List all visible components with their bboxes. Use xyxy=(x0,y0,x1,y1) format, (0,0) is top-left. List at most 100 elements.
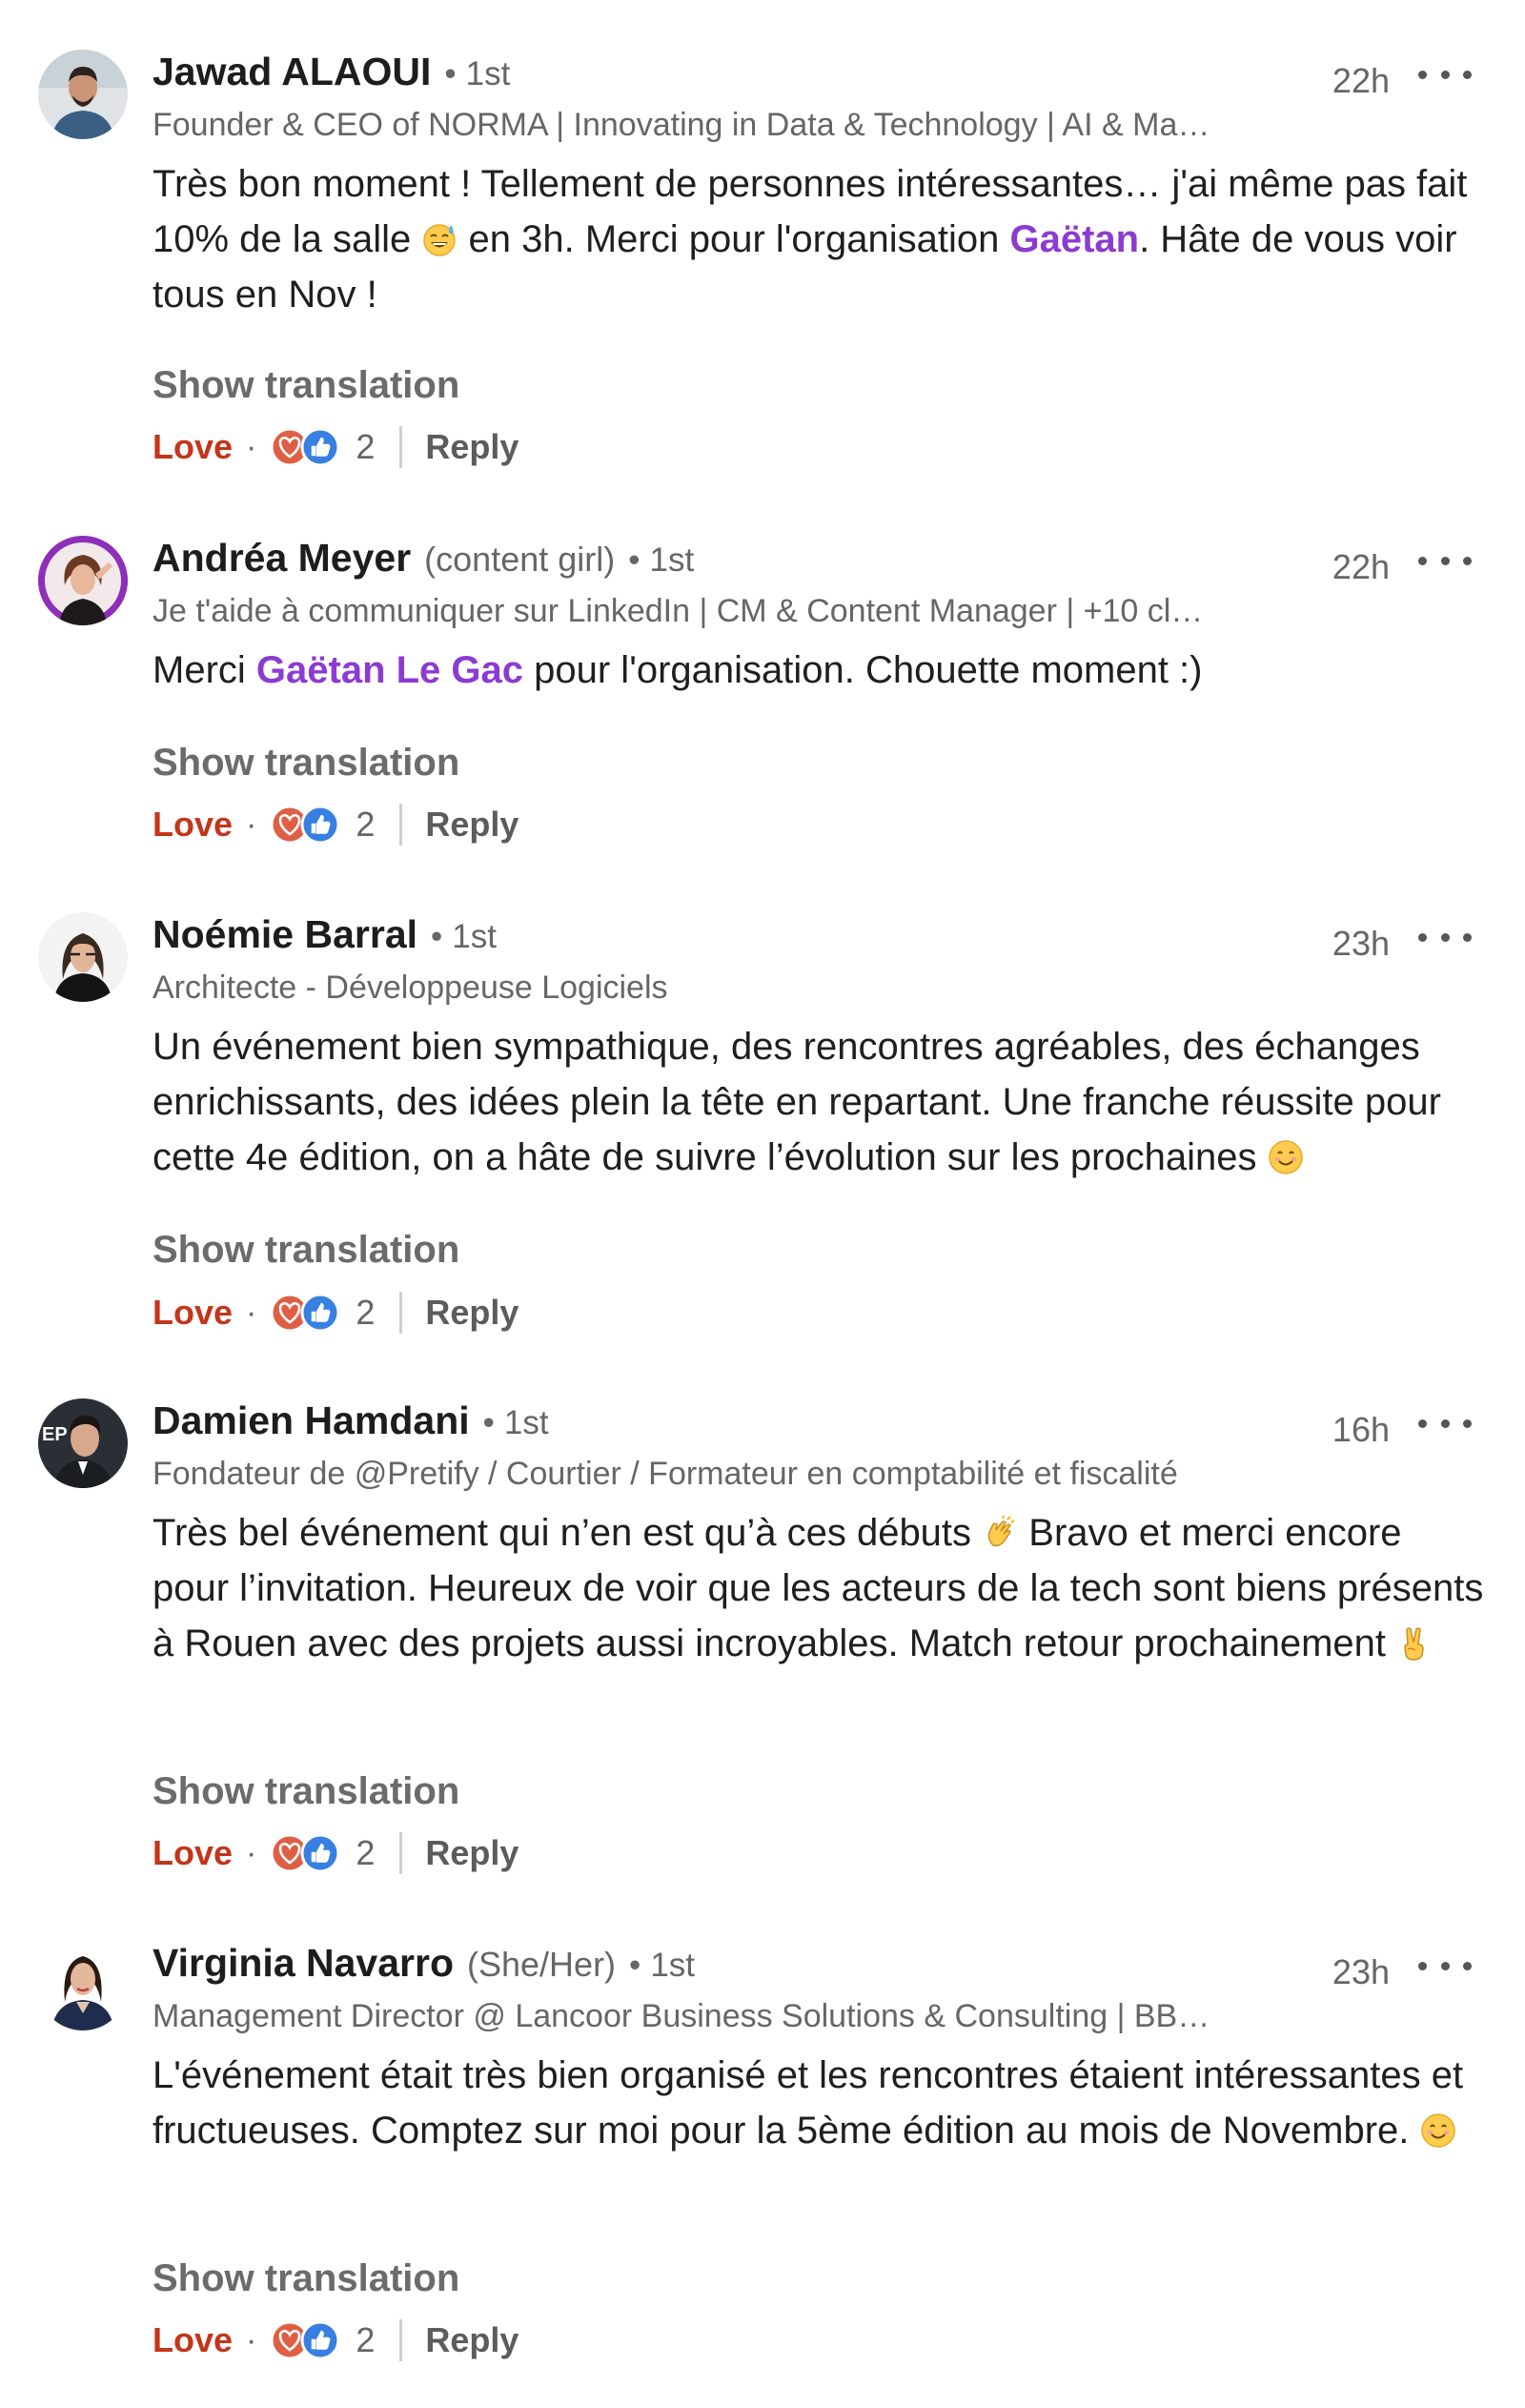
reply-button[interactable]: Reply xyxy=(425,427,518,467)
author-name[interactable]: Noémie Barral xyxy=(152,912,417,957)
show-translation-button[interactable]: Show translation xyxy=(152,364,459,407)
comment-time: 23h xyxy=(1332,924,1390,963)
like-reaction-icon xyxy=(300,427,340,467)
clapping-hands-emoji-icon xyxy=(982,1515,1018,1551)
victory-hand-emoji-icon xyxy=(1396,1625,1433,1662)
separator-dot: · xyxy=(246,1834,257,1871)
comment-time: 22h xyxy=(1332,547,1390,586)
comment-item: EP Damien Hamdani • 1st 16h Fondateur de … xyxy=(0,1398,1525,1894)
separator-dot: · xyxy=(246,1294,257,1331)
reaction-count[interactable]: 2 xyxy=(356,805,375,845)
connection-degree: • 1st xyxy=(431,918,497,955)
comment-text-part: Merci xyxy=(152,649,256,691)
comment-text: Très bel événement qui n’en est qu’à ces… xyxy=(152,1505,1487,1671)
separator-dot: · xyxy=(246,806,257,843)
reply-button[interactable]: Reply xyxy=(425,2320,518,2360)
divider xyxy=(399,804,403,846)
reply-button[interactable]: Reply xyxy=(425,805,518,845)
avatar[interactable] xyxy=(38,536,128,625)
reaction-icons[interactable] xyxy=(270,1833,340,1873)
author-name[interactable]: Jawad ALAOUI xyxy=(152,50,431,94)
author-headline: Je t'aide à communiquer sur LinkedIn | C… xyxy=(152,593,1204,629)
avatar[interactable] xyxy=(38,1941,128,2030)
more-options-icon[interactable] xyxy=(1418,918,1472,956)
comment-text-part: pour l'organisation. Chouette moment :) xyxy=(523,649,1203,691)
reaction-count[interactable]: 2 xyxy=(356,427,375,467)
smiling-face-emoji-icon xyxy=(1420,2112,1456,2149)
comment-text-part: Un événement bien sympathique, des renco… xyxy=(152,1026,1441,1178)
separator-dot: · xyxy=(246,2321,257,2358)
reply-button[interactable]: Reply xyxy=(425,1293,518,1333)
comment-item: Andréa Meyer (content girl) • 1st 22h Je … xyxy=(0,536,1525,869)
author-headline: Management Director @ Lancoor Business S… xyxy=(152,1998,1210,2034)
divider xyxy=(399,426,403,468)
reply-button[interactable]: Reply xyxy=(425,1833,518,1873)
more-options-icon[interactable] xyxy=(1418,1947,1472,1985)
author-headline: Founder & CEO of NORMA | Innovating in D… xyxy=(152,107,1210,143)
comment-text-part: en 3h. Merci pour l'organisation xyxy=(458,218,1010,260)
connection-degree: • 1st xyxy=(628,541,695,579)
divider xyxy=(399,2319,403,2361)
like-reaction-icon xyxy=(300,1833,340,1873)
grinning-sweat-emoji-icon xyxy=(421,221,458,257)
more-options-icon[interactable] xyxy=(1418,541,1472,580)
comment-text: Très bon moment ! Tellement de personnes… xyxy=(152,156,1487,322)
avatar[interactable]: EP xyxy=(38,1398,128,1488)
divider xyxy=(399,1832,403,1874)
comment-actions: Love · 2 Reply xyxy=(152,801,518,848)
separator-dot: · xyxy=(246,428,257,465)
avatar[interactable] xyxy=(38,50,128,139)
comment-time: 16h xyxy=(1332,1410,1390,1449)
author-headline: Fondateur de @Pretify / Courtier / Forma… xyxy=(152,1456,1178,1492)
like-reaction-icon xyxy=(300,1293,340,1333)
comment-actions: Love · 2 Reply xyxy=(152,1289,518,1337)
author-name[interactable]: Virginia Navarro xyxy=(152,1941,454,1986)
show-translation-button[interactable]: Show translation xyxy=(152,1229,459,1272)
author-pronouns: (She/Her) xyxy=(467,1945,617,1984)
love-reaction-button[interactable]: Love xyxy=(152,1293,233,1333)
reaction-icons[interactable] xyxy=(270,427,340,467)
connection-degree: • 1st xyxy=(482,1404,549,1441)
comment-text-part: L'événement était très bien organisé et … xyxy=(152,2054,1464,2152)
more-options-icon[interactable] xyxy=(1418,1404,1472,1442)
comment-actions: Love · 2 Reply xyxy=(152,2316,518,2364)
like-reaction-icon xyxy=(300,2320,340,2360)
reaction-icons[interactable] xyxy=(270,805,340,845)
reaction-icons[interactable] xyxy=(270,1293,340,1333)
comment-text-part: Très bel événement qui n’en est qu’à ces… xyxy=(152,1512,983,1554)
comment-actions: Love · 2 Reply xyxy=(152,423,518,471)
connection-degree: • 1st xyxy=(444,55,511,92)
smiling-face-emoji-icon xyxy=(1268,1139,1304,1175)
more-options-icon[interactable] xyxy=(1418,55,1472,93)
like-reaction-icon xyxy=(300,805,340,845)
show-translation-button[interactable]: Show translation xyxy=(152,2257,459,2300)
svg-text:EP: EP xyxy=(42,1424,68,1445)
reaction-icons[interactable] xyxy=(270,2320,340,2360)
comment-item: Jawad ALAOUI • 1st 22h Founder & CEO of N… xyxy=(0,50,1525,488)
comment-time: 23h xyxy=(1332,1952,1390,1991)
author-headline: Architecte - Développeuse Logiciels xyxy=(152,969,668,1006)
love-reaction-button[interactable]: Love xyxy=(152,1833,233,1873)
author-name[interactable]: Damien Hamdani xyxy=(152,1398,470,1443)
show-translation-button[interactable]: Show translation xyxy=(152,1770,459,1813)
show-translation-button[interactable]: Show translation xyxy=(152,742,459,785)
comment-item: Noémie Barral • 1st 23h Architecte - Déve… xyxy=(0,912,1525,1351)
comment-item: Virginia Navarro (She/Her) • 1st 23h Mana… xyxy=(0,1941,1525,2389)
comment-text: Merci Gaëtan Le Gac pour l'organisation.… xyxy=(152,643,1487,698)
reaction-count[interactable]: 2 xyxy=(356,2320,375,2360)
mention-link[interactable]: Gaëtan Le Gac xyxy=(256,649,523,691)
love-reaction-button[interactable]: Love xyxy=(152,427,233,467)
comment-actions: Love · 2 Reply xyxy=(152,1829,518,1877)
author-name[interactable]: Andréa Meyer xyxy=(152,536,411,581)
divider xyxy=(399,1292,403,1334)
author-nickname: (content girl) xyxy=(424,540,616,579)
comment-time: 22h xyxy=(1332,61,1390,100)
comment-text: L'événement était très bien organisé et … xyxy=(152,2048,1487,2158)
avatar[interactable] xyxy=(38,912,128,1002)
reaction-count[interactable]: 2 xyxy=(356,1833,375,1873)
reaction-count[interactable]: 2 xyxy=(356,1293,375,1333)
love-reaction-button[interactable]: Love xyxy=(152,805,233,845)
mention-link[interactable]: Gaëtan xyxy=(1009,218,1139,260)
comment-text: Un événement bien sympathique, des renco… xyxy=(152,1019,1487,1185)
love-reaction-button[interactable]: Love xyxy=(152,2320,233,2360)
